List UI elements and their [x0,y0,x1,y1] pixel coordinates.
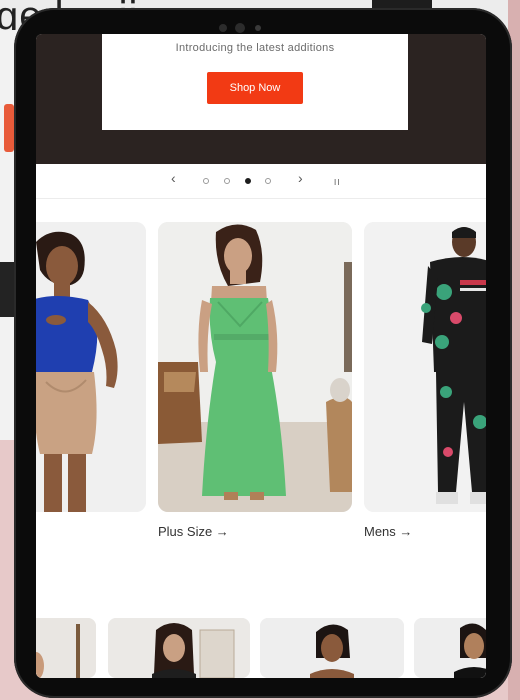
camera-dot [219,24,227,32]
sensor-dot [255,25,261,31]
bottom-card-4-image [414,618,486,678]
background-dark-block-2 [0,262,14,317]
bottom-card-2[interactable] [108,618,250,678]
category-card-mens[interactable] [364,222,486,512]
carousel-dot-1[interactable] [203,178,209,184]
category-link-plus-size[interactable]: Plus Size → [158,524,229,539]
carousel-controls: ‹ › II [36,164,486,199]
background-red-button [4,104,14,152]
hero-subtitle: Introducing the latest additions [175,42,335,54]
tablet-screen: Introducing the latest additions Shop No… [36,34,486,678]
model-man-tracksuit-image [364,222,486,512]
carousel-dot-4[interactable] [265,178,271,184]
carousel-dot-3-active[interactable] [245,178,251,184]
bottom-card-2-image [108,618,250,678]
model-woman-green-dress-image [158,222,352,512]
bottom-card-1[interactable] [36,618,96,678]
bottom-card-3-image [260,618,404,678]
carousel-prev-button[interactable]: ‹ [171,171,176,185]
category-link-mens[interactable]: Mens → [364,524,412,539]
bottom-card-1-image [36,618,96,678]
shop-now-button[interactable]: Shop Now [207,72,303,104]
camera-lens [235,23,245,33]
category-card-plus-size[interactable] [158,222,352,512]
hero-banner: Introducing the latest additions Shop No… [36,34,486,164]
hero-card: Introducing the latest additions Shop No… [102,34,408,130]
category-card-women[interactable] [36,222,146,512]
bottom-card-3[interactable] [260,618,404,678]
bottom-card-4[interactable] [414,618,486,678]
carousel-dot-2[interactable] [224,178,230,184]
model-woman-blue-top-image [36,222,146,512]
carousel-next-button[interactable]: › [298,171,303,185]
carousel-pause-button[interactable]: II [334,177,340,189]
